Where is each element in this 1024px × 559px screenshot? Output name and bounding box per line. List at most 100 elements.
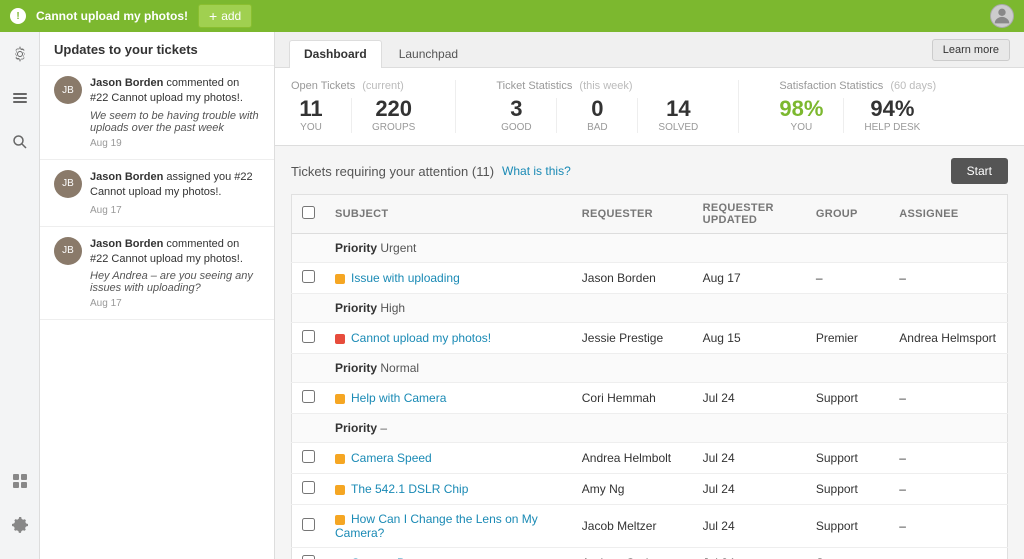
priority-dot	[335, 334, 345, 344]
priority-row: Priority High	[292, 294, 1008, 323]
topbar: Cannot upload my photos! add	[0, 0, 1024, 32]
updated-cell: Jul 24	[693, 505, 806, 548]
update-date: Aug 17	[90, 298, 260, 309]
ticket-link[interactable]: Help with Camera	[351, 391, 446, 405]
tab-launchpad[interactable]: Launchpad	[384, 40, 473, 67]
update-text: Jason Borden commented on #22 Cannot upl…	[90, 76, 260, 107]
update-text: Jason Borden commented on #22 Cannot upl…	[90, 237, 260, 268]
row-checkbox[interactable]	[302, 330, 315, 343]
open-tickets-row: 11 YOU 220 GROUPS	[291, 98, 415, 133]
layout: Updates to your tickets JB Jason Borden …	[0, 32, 1024, 559]
stat-good: 3 GOOD	[496, 98, 536, 133]
stat-solved: 14 SOLVED	[658, 98, 698, 133]
row-checkbox[interactable]	[302, 481, 315, 494]
priority-row: Priority Urgent	[292, 234, 1008, 263]
ticket-statistics-title: Ticket Statistics (this week)	[496, 80, 698, 92]
row-checkbox-cell	[292, 263, 326, 294]
assignee-cell: –	[889, 383, 1007, 414]
row-checkbox[interactable]	[302, 390, 315, 403]
stat-bad: 0 BAD	[577, 98, 617, 133]
ticket-link[interactable]: Issue with uploading	[351, 271, 460, 285]
table-row: Issue with uploading Jason Borden Aug 17…	[292, 263, 1008, 294]
row-checkbox[interactable]	[302, 518, 315, 531]
stat-group-separator	[738, 80, 739, 133]
settings-icon[interactable]	[6, 40, 34, 68]
row-checkbox[interactable]	[302, 270, 315, 283]
row-checkbox-cell	[292, 383, 326, 414]
stat-helpdesk: 94% HELP DESK	[864, 98, 920, 133]
menu-icon[interactable]	[6, 84, 34, 112]
updated-cell: Jul 24	[693, 383, 806, 414]
search-icon[interactable]	[6, 128, 34, 156]
row-checkbox[interactable]	[302, 555, 315, 559]
ticket-statistics-row: 3 GOOD 0 BAD 14 SOLVED	[496, 98, 698, 133]
subject-cell: Help with Camera	[325, 383, 572, 414]
tickets-header: Tickets requiring your attention (11) Wh…	[291, 158, 1008, 184]
assignee-cell: Andrea Helmsport	[889, 323, 1007, 354]
subject-cell: Issue with uploading	[325, 263, 572, 294]
table-header-row: SUBJECT REQUESTER REQUESTER UPDATED GROU…	[292, 195, 1008, 234]
select-all-checkbox[interactable]	[302, 206, 315, 219]
alert-text: Cannot upload my photos!	[36, 9, 188, 23]
ticket-link[interactable]: The 542.1 DSLR Chip	[351, 482, 468, 496]
subject-cell: How Can I Change the Lens on My Camera?	[325, 505, 572, 548]
update-italic: Hey Andrea – are you seeing any issues w…	[90, 270, 260, 294]
update-avatar: JB	[54, 237, 82, 265]
topbar-right	[990, 4, 1014, 28]
tickets-table: SUBJECT REQUESTER REQUESTER UPDATED GROU…	[291, 194, 1008, 559]
assignee-cell: –	[889, 474, 1007, 505]
requester-cell: Jessie Prestige	[572, 323, 693, 354]
group-cell: Support	[806, 383, 889, 414]
update-content: Jason Borden commented on #22 Cannot upl…	[90, 237, 260, 310]
row-checkbox-cell	[292, 505, 326, 548]
table-row: Camera Speed Andrea Helmbolt Jul 24 Supp…	[292, 443, 1008, 474]
row-checkbox-cell	[292, 474, 326, 505]
what-is-this-link[interactable]: What is this?	[502, 164, 571, 178]
left-panel-header: Updates to your tickets	[40, 32, 274, 66]
update-item: JB Jason Borden commented on #22 Cannot …	[40, 66, 274, 160]
priority-dot	[335, 274, 345, 284]
satisfaction-statistics-stat: Satisfaction Statistics (60 days) 98% YO…	[779, 80, 936, 133]
stat-group-separator	[455, 80, 456, 133]
col-group-header: GROUP	[806, 195, 889, 234]
col-assignee-header: ASSIGNEE	[889, 195, 1007, 234]
table-row: How Can I Change the Lens on My Camera? …	[292, 505, 1008, 548]
col-checkbox	[292, 195, 326, 234]
tickets-title: Tickets requiring your attention (11)	[291, 164, 494, 179]
start-button[interactable]: Start	[951, 158, 1008, 184]
row-checkbox[interactable]	[302, 450, 315, 463]
updated-cell: Jul 24	[693, 443, 806, 474]
tickets-section: Tickets requiring your attention (11) Wh…	[275, 146, 1024, 559]
update-avatar: JB	[54, 76, 82, 104]
add-button[interactable]: add	[198, 4, 252, 28]
table-row: Help with Camera Cori Hemmah Jul 24 Supp…	[292, 383, 1008, 414]
ticket-link[interactable]: Camera Speed	[351, 451, 432, 465]
stat-separator	[556, 98, 557, 133]
ticket-link[interactable]: Cannot upload my photos!	[351, 331, 491, 345]
row-checkbox-cell	[292, 323, 326, 354]
avatar[interactable]	[990, 4, 1014, 28]
updates-title: Updates to your tickets	[54, 42, 260, 57]
updated-cell: Aug 17	[693, 263, 806, 294]
ticket-statistics-stat: Ticket Statistics (this week) 3 GOOD 0 B…	[496, 80, 698, 133]
update-italic: We seem to be having trouble with upload…	[90, 110, 260, 134]
stat-separator	[637, 98, 638, 133]
subject-cell: Camera Speed	[325, 443, 572, 474]
priority-dot	[335, 454, 345, 464]
stat-separator	[351, 98, 352, 133]
stat-sat-you: 98% YOU	[779, 98, 823, 133]
update-user: Jason Borden	[90, 171, 163, 183]
add-label: add	[221, 9, 241, 23]
update-user: Jason Borden	[90, 77, 163, 89]
learn-more-button[interactable]: Learn more	[932, 39, 1010, 61]
requester-cell: Jacob Meltzer	[572, 505, 693, 548]
subject-cell: Camera Battery	[325, 548, 572, 559]
tab-dashboard[interactable]: Dashboard	[289, 40, 382, 68]
priority-dot	[335, 515, 345, 525]
satisfaction-title: Satisfaction Statistics (60 days)	[779, 80, 936, 92]
col-subject-header: SUBJECT	[325, 195, 572, 234]
priority-row: Priority –	[292, 414, 1008, 443]
alert-icon	[10, 8, 26, 24]
update-text: Jason Borden assigned you #22 Cannot upl…	[90, 170, 260, 201]
ticket-link[interactable]: How Can I Change the Lens on My Camera?	[335, 512, 538, 540]
